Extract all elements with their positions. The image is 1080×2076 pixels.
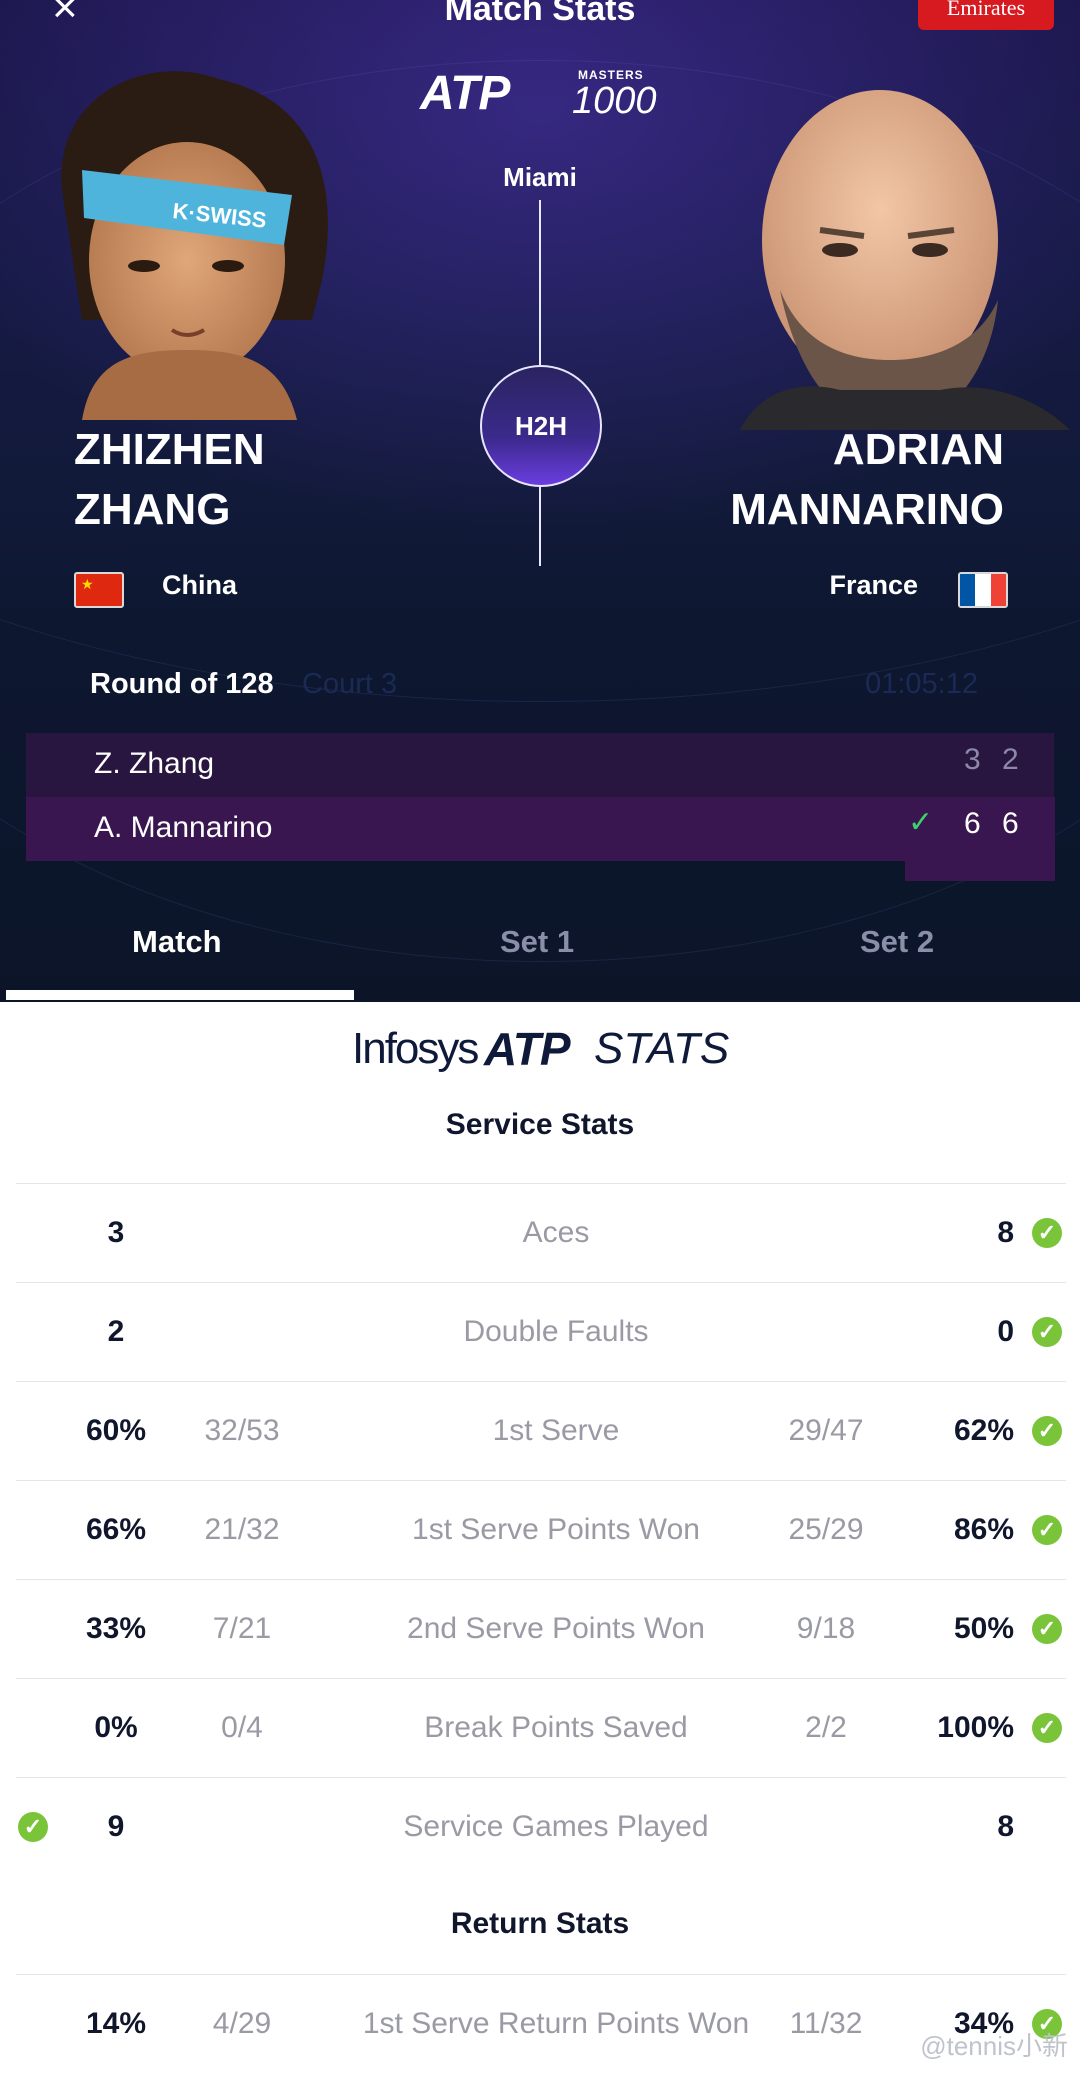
- active-tab-indicator: [6, 990, 354, 1000]
- first-serve-points-won-right-value: 86%: [953, 1513, 1014, 1546]
- atp-masters-logo: ATP MASTERS 1000: [420, 66, 670, 122]
- leader-check-icon: ✓: [1032, 1317, 1062, 1347]
- service-games-played-right-value: 8: [997, 1810, 1014, 1843]
- china-flag-icon: ★: [74, 572, 124, 608]
- tab-match[interactable]: Match: [132, 924, 222, 960]
- stat-row-first-serve: 60% 32/53 1st Serve 29/47 62% ✓: [16, 1381, 1066, 1480]
- player-2-set-2-score: 6: [1002, 807, 1019, 840]
- stat-row-first-serve-points-won: 66% 21/32 1st Serve Points Won 25/29 86%…: [16, 1480, 1066, 1579]
- player-1-photo: K·SWISS: [61, 71, 328, 420]
- leader-check-icon: ✓: [1032, 1515, 1062, 1545]
- tab-set-1[interactable]: Set 1: [500, 924, 574, 960]
- atp-logo-text: ATP: [420, 67, 510, 120]
- return-stats-title: Return Stats: [450, 1907, 630, 1940]
- player-1-set-1-score: 3: [964, 743, 981, 776]
- divider-line-bottom: [539, 484, 541, 566]
- player-2-name[interactable]: ADRIAN MANNARINO: [730, 420, 1004, 540]
- break-points-saved-right-value: 100%: [937, 1711, 1014, 1744]
- stats-logo-text: STATS: [594, 1024, 730, 1073]
- divider-line-top: [539, 200, 541, 366]
- player-2-photo: [740, 90, 1070, 430]
- stat-row-service-games-played: ✓ 9 Service Games Played 8: [16, 1777, 1066, 1876]
- aces-right-value: 8: [997, 1216, 1014, 1249]
- scoreboard-row-player-1: Z. Zhang 3 2: [26, 733, 1054, 797]
- leader-check-icon: ✓: [1032, 1218, 1062, 1248]
- infosys-logo-text: Infosys: [352, 1024, 479, 1073]
- watermark-text: @tennis小新: [920, 2031, 1068, 2061]
- service-games-played-label: Service Games Played: [403, 1810, 709, 1843]
- player-1-first-name: ZHIZHEN: [74, 425, 265, 474]
- aces-left-value: 3: [107, 1216, 125, 1249]
- double-faults-label: Double Faults: [463, 1315, 649, 1348]
- sponsor-logo: Emirates: [918, 0, 1054, 30]
- stats-tabs: Match Set 1 Set 2: [0, 904, 1080, 1002]
- court-label: Court 3: [302, 668, 398, 700]
- player-1-name[interactable]: ZHIZHEN ZHANG: [74, 420, 265, 540]
- scoreboard-player-2-name: A. Mannarino: [94, 811, 273, 844]
- stat-row-first-serve-return-points-won: 14% 4/29 1st Serve Return Points Won 11/…: [16, 1974, 1066, 2073]
- scoreboard-player-1-name: Z. Zhang: [94, 747, 215, 780]
- winner-check-icon: ✓: [908, 806, 934, 839]
- player-1-last-name: ZHANG: [74, 485, 231, 534]
- first-serve-right-value: 62%: [953, 1414, 1014, 1447]
- leader-check-icon: ✓: [1032, 1416, 1062, 1446]
- player-2-first-name: ADRIAN: [832, 425, 1004, 474]
- player-1-country: China: [162, 570, 238, 600]
- tab-set-2[interactable]: Set 2: [860, 924, 934, 960]
- france-flag-icon: [958, 572, 1008, 608]
- h2h-button[interactable]: H2H: [480, 365, 602, 487]
- aces-label: Aces: [522, 1216, 590, 1249]
- atp-stats-logo-text: ATP: [484, 1023, 571, 1075]
- service-games-played-left-value: 9: [107, 1810, 125, 1843]
- match-header: × Match Stats Emirates ATP MASTERS 1000 …: [0, 0, 1080, 1002]
- stat-row-double-faults: 2 Double Faults 0 ✓: [16, 1282, 1066, 1381]
- masters-1000-logo-text: 1000: [572, 80, 657, 122]
- double-faults-right-value: 0: [997, 1315, 1014, 1348]
- player-1-set-2-score: 2: [1002, 743, 1019, 776]
- stat-row-break-points-saved: 0% 0/4 Break Points Saved 2/2 100% ✓: [16, 1678, 1066, 1777]
- match-duration: 01:05:12: [865, 668, 978, 700]
- leader-check-icon: ✓: [1032, 1614, 1062, 1644]
- player-2-last-name: MANNARINO: [730, 485, 1004, 534]
- round-label: Round of 128: [90, 668, 274, 700]
- player-2-set-1-score: 6: [964, 807, 981, 840]
- second-serve-points-won-right-value: 50%: [953, 1612, 1014, 1645]
- player-2-country: France: [829, 570, 918, 600]
- leader-check-icon: ✓: [1032, 1713, 1062, 1743]
- infosys-atp-stats-logo: Infosys ATP STATS: [352, 1018, 732, 1078]
- stat-row-aces: 3 Aces 8 ✓: [16, 1183, 1066, 1282]
- scoreboard-row-player-2: A. Mannarino ✓ 6 6: [26, 797, 1054, 861]
- double-faults-left-value: 2: [107, 1315, 125, 1348]
- stat-row-second-serve-points-won: 33% 7/21 2nd Serve Points Won 9/18 50% ✓: [16, 1579, 1066, 1678]
- service-stats-title: Service Stats: [445, 1108, 635, 1141]
